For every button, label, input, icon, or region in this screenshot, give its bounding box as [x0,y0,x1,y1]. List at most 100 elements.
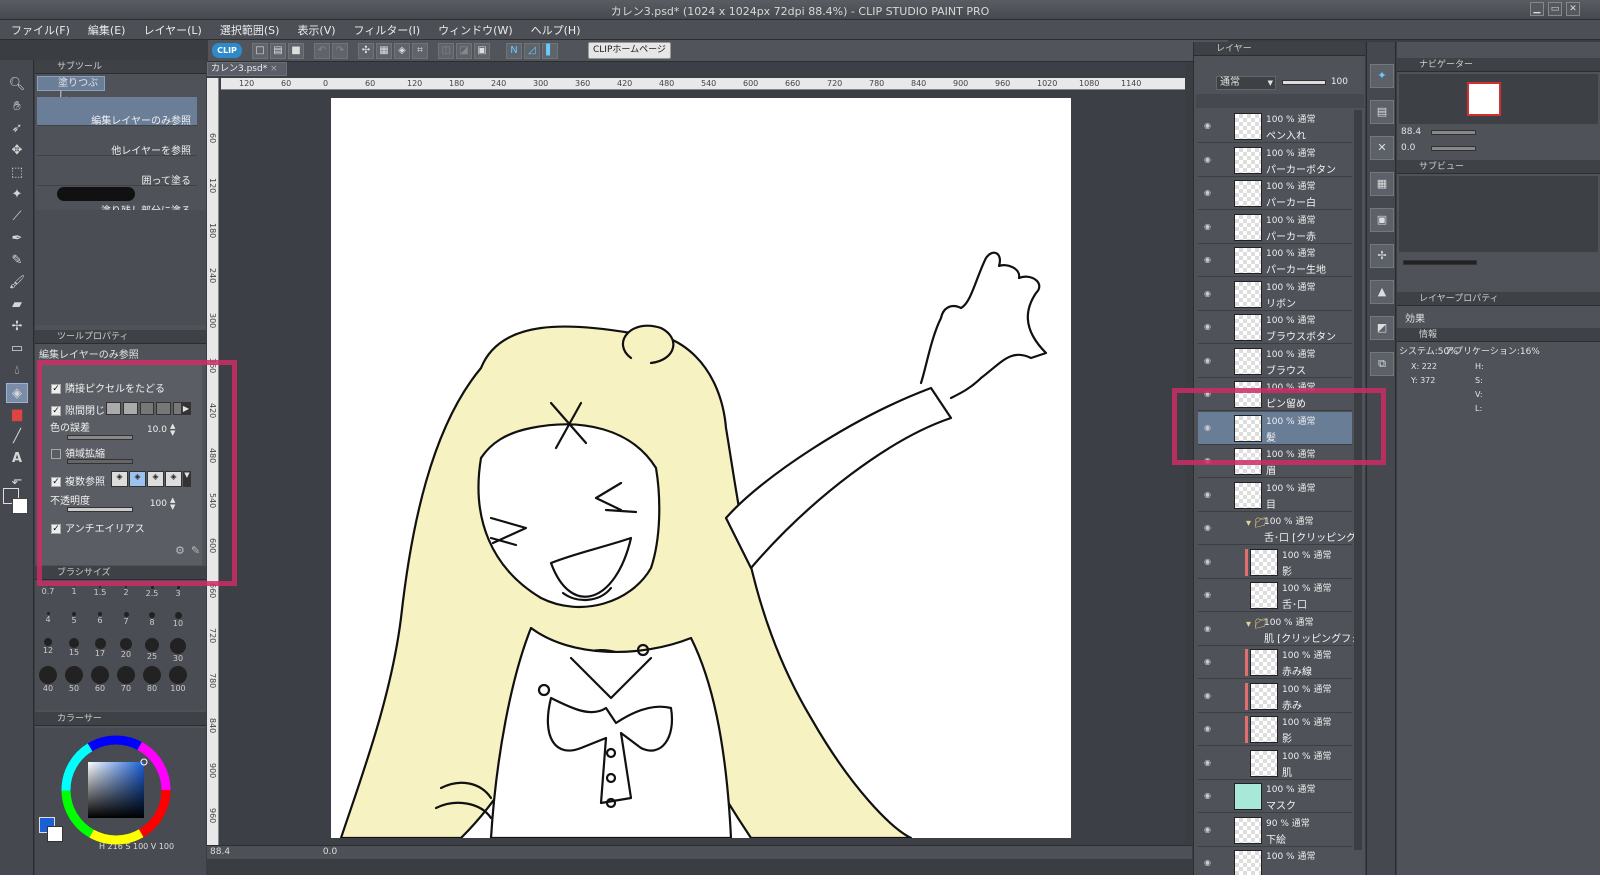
color-wheel[interactable] [58,732,174,848]
subtool-enclose-fill[interactable]: 囲って塗る [37,157,197,187]
layer-row[interactable]: ◉ 100 % 通常 [1198,847,1352,875]
deselect-icon[interactable]: ◫ [438,43,454,59]
brush-size-cell[interactable]: 100 [165,666,191,693]
subtool-group-fill[interactable]: 塗りつぶし [37,76,105,102]
fill-icon[interactable]: ◈ [394,43,410,59]
brush-tool-icon[interactable]: 🖌︎ [6,273,28,293]
navigator-zoom[interactable]: 88.4 [1401,127,1421,137]
brush-size-cell[interactable]: 80 [139,666,165,693]
layer-visibility-icon[interactable]: ◉ [1204,121,1216,131]
text-tool-icon[interactable]: A [6,449,28,469]
auto-select-icon[interactable]: ✦ [6,185,28,205]
subview-tab[interactable]: サブビュー [1397,160,1600,174]
figure-icon[interactable]: ╱ [6,427,28,447]
layer-visibility-icon[interactable]: ◉ [1204,490,1216,500]
angle-readout[interactable]: 0.0 [323,847,337,857]
maximize-icon[interactable]: ▭ [1548,2,1562,16]
layer-row[interactable]: ◉ 100 % 通常 赤み線 [1198,646,1352,679]
hand-tool-icon[interactable]: ✋︎ [6,97,28,117]
layer-visibility-icon[interactable]: ◉ [1204,791,1216,801]
menu-window[interactable]: ウィンドウ(W) [427,20,519,38]
layer-visibility-icon[interactable]: ◉ [1204,289,1216,299]
save-icon[interactable]: ■ [288,43,304,59]
layer-row[interactable]: ◉ 100 % 通常 マスク [1198,780,1352,813]
brush-size-cell[interactable]: 10 [165,612,191,636]
layer-row[interactable]: ◉ 100 % 通常 舌･口 [1198,579,1352,612]
new-file-icon[interactable]: □ [252,43,268,59]
layer-visibility-icon[interactable]: ◉ [1204,590,1216,600]
brush-size-cell[interactable]: 70 [113,666,139,693]
clear-outside-icon[interactable]: ▦ [376,43,392,59]
layer-row[interactable]: ◉ 100 % 通常 ブラウス [1198,345,1352,378]
redo-icon[interactable]: ↷ [332,43,348,59]
blend-icon[interactable]: 💧︎ [6,361,28,381]
material-folder-icon[interactable]: ▤ [1370,100,1394,124]
brush-size-cell[interactable]: 50 [61,666,87,693]
tab-close-icon[interactable]: × [270,64,278,74]
layer-visibility-icon[interactable]: ◉ [1204,691,1216,701]
clip-home-button[interactable]: CLIPホームページ [588,42,671,59]
brush-size-cell[interactable]: 60 [87,666,113,693]
brush-size-cell[interactable]: 1.5 [87,586,113,610]
subtool-refer-other-layers[interactable]: 他レイヤーを参照 [37,127,197,157]
menu-filter[interactable]: フィルター(I) [343,20,428,38]
eyedropper-icon[interactable]: ⟋ [6,207,28,227]
layer-row[interactable]: ◉ 100 % 通常 ペン入れ [1198,110,1352,143]
layer-row[interactable]: ◉ 100 % 通常 リボン [1198,278,1352,311]
material-icon[interactable]: ✦ [1370,64,1394,88]
brush-size-cell[interactable]: 4 [35,612,61,636]
menu-view[interactable]: 表示(V) [286,20,342,38]
brush-size-cell[interactable]: 30 [165,638,191,663]
navigator-tab[interactable]: ナビゲーター [1397,58,1600,72]
material-image-icon[interactable]: ✕ [1370,136,1394,160]
menu-layer[interactable]: レイヤー(L) [132,20,208,38]
brush-size-cell[interactable]: 12 [35,638,61,662]
brush-size-cell[interactable]: 1 [61,586,87,610]
eraser-icon[interactable]: ▭ [6,339,28,359]
layer-visibility-icon[interactable]: ◉ [1204,188,1216,198]
layer-visibility-icon[interactable]: ◉ [1204,825,1216,835]
brush-size-cell[interactable]: 0.7 [35,586,61,610]
zoom-tool-icon[interactable]: 🔍︎ [6,75,28,95]
material-3d-icon[interactable]: ✢ [1370,244,1394,268]
subview-slider[interactable] [1403,260,1477,265]
layer-row[interactable]: ◉ 100 % 通常 パーカーボタン [1198,144,1352,177]
selection-tool-icon[interactable]: ⬚ [6,163,28,183]
snap-special-ruler-icon[interactable]: ◿ [524,43,540,59]
layer-row[interactable]: ◉ 100 % 通常目 [1198,479,1352,512]
operation-tool-icon[interactable]: ➶ [6,119,28,139]
layer-row[interactable]: ◉ 100 % 通常 ブラウスボタン [1198,311,1352,344]
layer-visibility-icon[interactable]: ◉ [1204,557,1216,567]
info-tab[interactable]: 情報 [1397,328,1600,342]
brush-size-cell[interactable]: 17 [87,638,113,662]
navigator-preview[interactable] [1399,74,1598,124]
layer-visibility-icon[interactable]: ◉ [1204,858,1216,868]
layer-row[interactable]: ◉ 100 % 通常影 [1198,546,1352,579]
layer-opacity-slider[interactable] [1282,80,1326,85]
document-tab[interactable]: カレン3.psd* × [207,62,287,76]
undo-icon[interactable]: ↶ [314,43,330,59]
clear-icon[interactable]: ✣ [358,43,374,59]
airbrush-icon[interactable]: ▰ [6,295,28,315]
subtool-edit-layer-only[interactable]: 編集レイヤーのみ参照 [37,97,197,127]
layer-row[interactable]: ◉ 100 % 通常 赤み [1198,680,1352,713]
pencil-tool-icon[interactable]: ✎ [6,251,28,271]
layer-row[interactable]: ◉▾ 📁︎100 % 通常舌･口 [クリッピングフォル [1198,512,1356,545]
layer-row[interactable]: ◉ 100 % 通常影 [1198,713,1352,746]
canvas-paper[interactable] [331,98,1071,838]
menu-selection[interactable]: 選択範囲(S) [209,20,287,38]
decoration-icon[interactable]: ✢ [6,317,28,337]
layer-scrollbar[interactable] [1354,110,1362,850]
layer-visibility-icon[interactable]: ◉ [1204,724,1216,734]
tool-property-tab[interactable]: ツールプロパティ [35,330,206,344]
layer-visibility-icon[interactable]: ◉ [1204,758,1216,768]
material-pattern-icon[interactable]: ▦ [1370,172,1394,196]
minimize-icon[interactable]: ▁ [1530,2,1544,16]
gradient-icon[interactable]: ▆ [6,405,28,425]
layer-row[interactable]: ◉ 100 % 通常 パーカー白 [1198,177,1352,210]
brush-size-cell[interactable]: 15 [61,638,87,662]
brush-size-cell[interactable]: 6 [87,612,113,636]
layer-row[interactable]: ◉ 90 % 通常 下絵 [1198,814,1352,847]
layer-visibility-icon[interactable]: ◉ [1204,255,1216,265]
layer-visibility-icon[interactable]: ◉ [1204,356,1216,366]
